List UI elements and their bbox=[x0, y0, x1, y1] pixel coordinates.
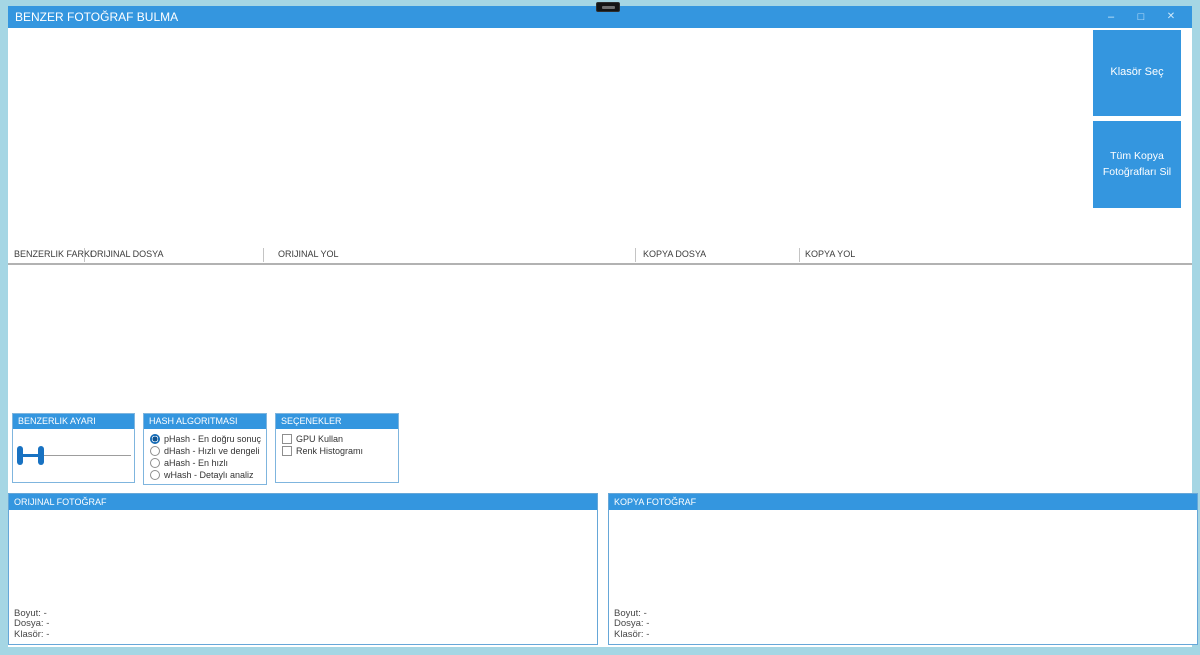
hash-groupbox-title: HASH ALGORITMASI bbox=[144, 414, 266, 429]
column-header-orijinal-dosya[interactable]: ORIJINAL DOSYA bbox=[90, 249, 164, 259]
minimize-button[interactable]: – bbox=[1096, 6, 1126, 28]
radio-label: aHash - En hızlı bbox=[164, 458, 228, 468]
radio-label: wHash - Detaylı analiz bbox=[164, 470, 254, 480]
checkbox-option-gpu[interactable]: GPU Kullan bbox=[282, 433, 398, 445]
results-table-header: BENZERLIK FARKI ORIJINAL DOSYA ORIJINAL … bbox=[8, 247, 1192, 263]
column-separator[interactable] bbox=[799, 248, 800, 262]
original-photo-info: Boyut: - Dosya: - Klasör: - bbox=[14, 609, 49, 641]
recorder-overlay-icon[interactable] bbox=[596, 2, 620, 12]
window-title: BENZER FOTOĞRAF BULMA bbox=[15, 10, 178, 24]
slider-thumb[interactable] bbox=[38, 446, 44, 465]
similarity-slider[interactable] bbox=[13, 429, 134, 482]
similarity-groupbox-title: BENZERLIK AYARI bbox=[13, 414, 134, 429]
radio-icon[interactable] bbox=[150, 470, 160, 480]
radio-icon[interactable] bbox=[150, 434, 160, 444]
radio-label: dHash - Hızlı ve dengeli bbox=[164, 446, 260, 456]
checkbox-label: Renk Histogramı bbox=[296, 446, 363, 456]
similarity-groupbox: BENZERLIK AYARI bbox=[12, 413, 135, 483]
copy-photo-panel: KOPYA FOTOĞRAF Boyut: - Dosya: - Klasör:… bbox=[608, 493, 1198, 645]
checkbox-option-histogram[interactable]: Renk Histogramı bbox=[282, 445, 398, 457]
delete-all-copies-button[interactable]: Tüm Kopya Fotoğrafları Sil bbox=[1093, 121, 1181, 208]
column-header-orijinal-yol[interactable]: ORIJINAL YOL bbox=[278, 249, 339, 259]
column-header-kopya-yol[interactable]: KOPYA YOL bbox=[805, 249, 855, 259]
close-button[interactable]: ✕ bbox=[1156, 6, 1186, 28]
copy-photo-preview bbox=[609, 510, 1197, 608]
column-separator[interactable] bbox=[263, 248, 264, 262]
select-folder-button[interactable]: Klasör Seç bbox=[1093, 30, 1181, 116]
original-photo-preview bbox=[9, 510, 597, 608]
options-groupbox-title: SEÇENEKLER bbox=[276, 414, 398, 429]
copy-photo-panel-title: KOPYA FOTOĞRAF bbox=[609, 494, 1197, 510]
info-folder: Klasör: - bbox=[614, 630, 649, 641]
radio-label: pHash - En doğru sonuç bbox=[164, 434, 261, 444]
window-controls: – □ ✕ bbox=[1096, 6, 1186, 28]
results-table-body[interactable] bbox=[8, 265, 1192, 408]
original-photo-panel-title: ORIJINAL FOTOĞRAF bbox=[9, 494, 597, 510]
copy-photo-info: Boyut: - Dosya: - Klasör: - bbox=[614, 609, 649, 641]
recorder-overlay-bar bbox=[602, 6, 615, 9]
column-separator[interactable] bbox=[635, 248, 636, 262]
column-header-kopya-dosya[interactable]: KOPYA DOSYA bbox=[643, 249, 706, 259]
radio-option-phash[interactable]: pHash - En doğru sonuç bbox=[150, 433, 266, 445]
info-folder: Klasör: - bbox=[14, 630, 49, 641]
radio-option-dhash[interactable]: dHash - Hızlı ve dengeli bbox=[150, 445, 266, 457]
app-frame: BENZER FOTOĞRAF BULMA – □ ✕ Klasör Seç T… bbox=[0, 0, 1200, 655]
maximize-button[interactable]: □ bbox=[1126, 6, 1156, 28]
checkbox-icon[interactable] bbox=[282, 434, 292, 444]
hash-algorithm-groupbox: HASH ALGORITMASI pHash - En doğru sonuç … bbox=[143, 413, 267, 485]
column-separator[interactable] bbox=[84, 248, 85, 262]
checkbox-label: GPU Kullan bbox=[296, 434, 343, 444]
column-header-benzerlik-farki[interactable]: BENZERLIK FARKI bbox=[14, 249, 93, 259]
info-file: Dosya: - bbox=[614, 619, 649, 630]
options-groupbox: SEÇENEKLER GPU Kullan Renk Histogramı bbox=[275, 413, 399, 483]
radio-icon[interactable] bbox=[150, 446, 160, 456]
slider-origin-thumb[interactable] bbox=[17, 446, 23, 465]
radio-icon[interactable] bbox=[150, 458, 160, 468]
original-photo-panel: ORIJINAL FOTOĞRAF Boyut: - Dosya: - Klas… bbox=[8, 493, 598, 645]
info-file: Dosya: - bbox=[14, 619, 49, 630]
radio-option-ahash[interactable]: aHash - En hızlı bbox=[150, 457, 266, 469]
checkbox-icon[interactable] bbox=[282, 446, 292, 456]
radio-option-whash[interactable]: wHash - Detaylı analiz bbox=[150, 469, 266, 481]
